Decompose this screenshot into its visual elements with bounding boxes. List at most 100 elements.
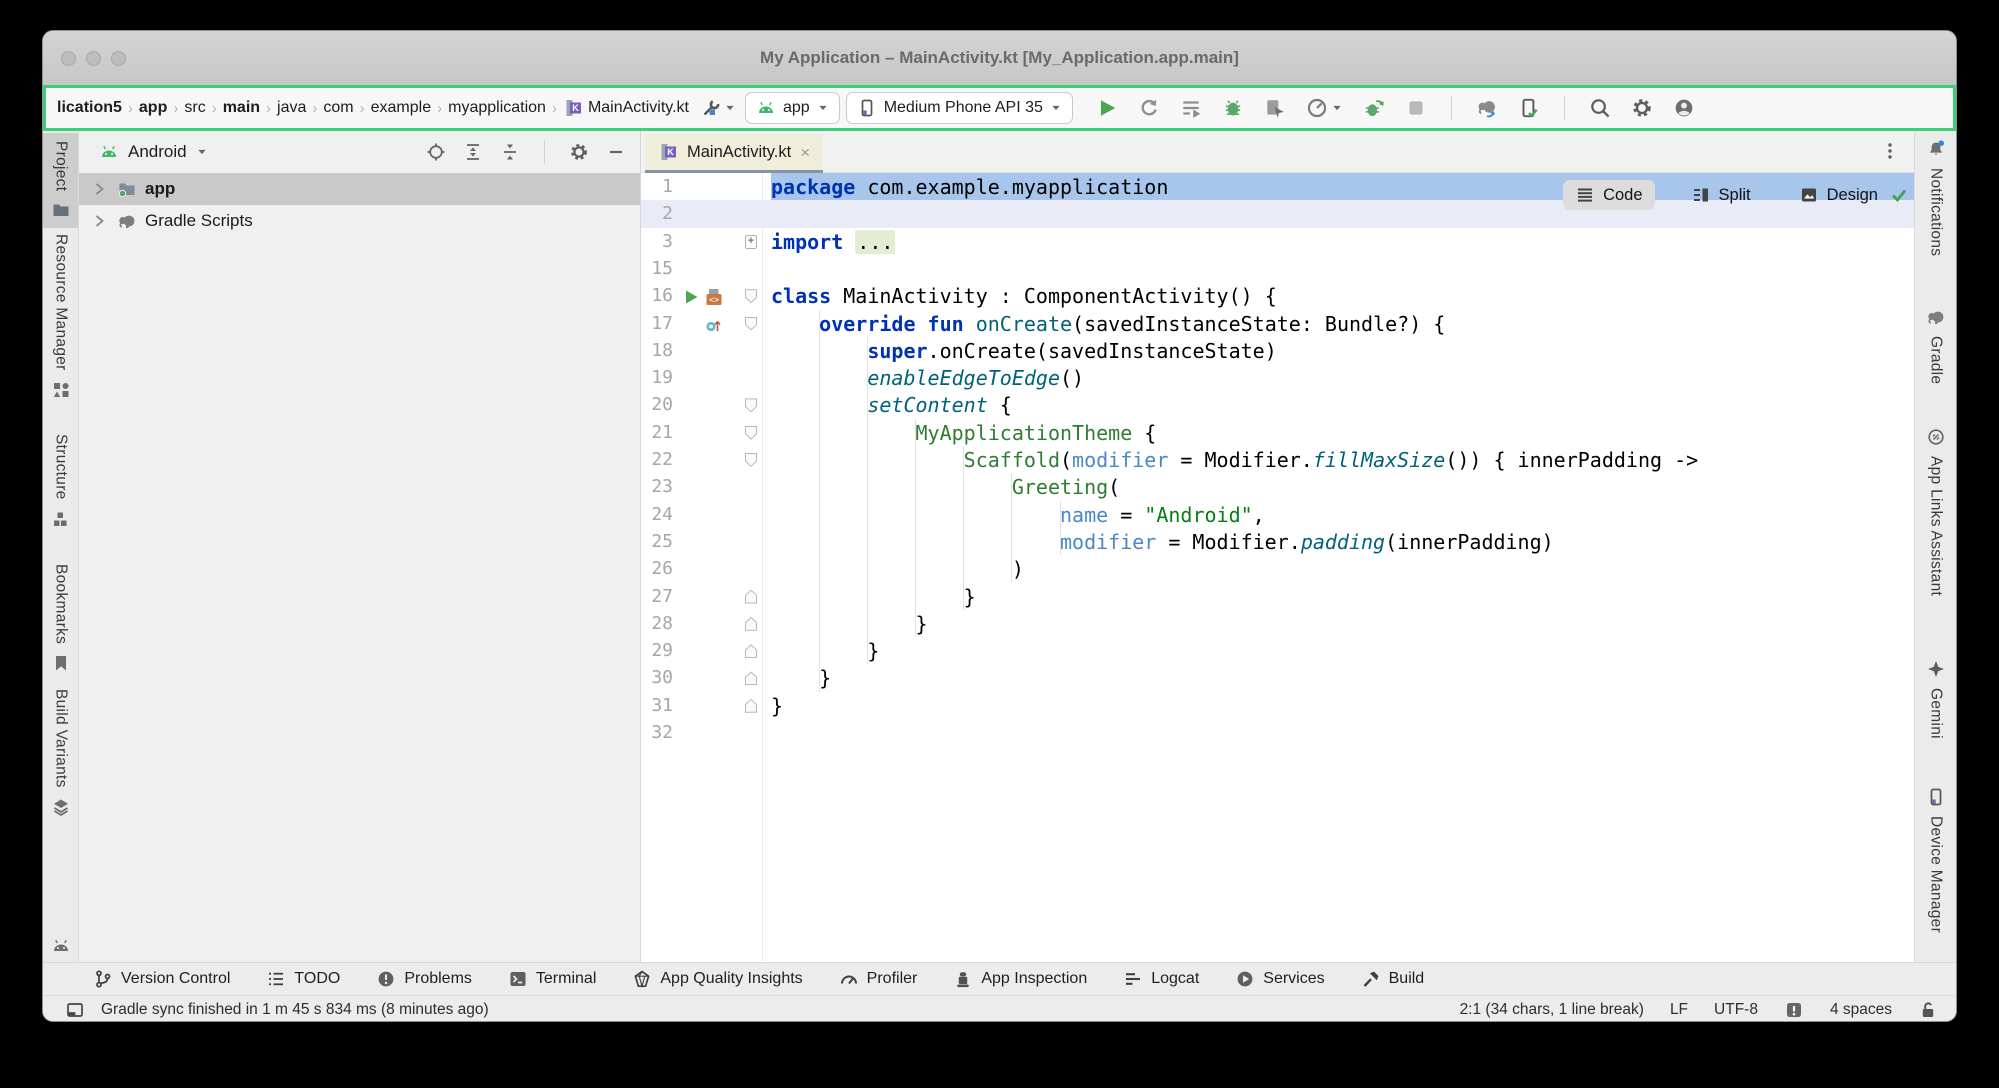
line-number[interactable]: 17 <box>641 310 673 338</box>
code-line-20[interactable]: 20 setContent { <box>641 391 1916 419</box>
fold-marker[interactable]: + <box>745 235 757 249</box>
run-tasks-button[interactable] <box>1177 94 1205 122</box>
run-configuration-select[interactable]: app <box>745 92 840 124</box>
tool-window-tab-resource-manager[interactable]: Resource Manager <box>43 226 78 408</box>
code-line-18[interactable]: 18 super.onCreate(savedInstanceState) <box>641 337 1916 365</box>
breadcrumb-item-src[interactable]: src <box>181 97 208 119</box>
tool-window-tab-device-manager[interactable]: Device Manager <box>1915 779 1956 941</box>
line-number[interactable]: 15 <box>641 255 673 283</box>
line-number[interactable]: 22 <box>641 446 673 474</box>
hide-panel-icon[interactable] <box>606 142 626 162</box>
fold-marker[interactable] <box>745 671 757 685</box>
build-run-config-widget[interactable] <box>698 95 739 121</box>
code-line-29[interactable]: 29 } <box>641 637 1916 665</box>
fold-marker[interactable] <box>745 590 757 604</box>
tool-window-button-app-quality-insights[interactable]: App Quality Insights <box>632 969 802 989</box>
tool-window-tab-notifications[interactable]: Notifications <box>1915 131 1956 264</box>
status-lock-icon[interactable] <box>1918 1000 1938 1020</box>
status-line-separator[interactable]: LF <box>1670 1001 1688 1019</box>
tool-window-button-services[interactable]: Services <box>1235 969 1324 989</box>
settings-button[interactable] <box>1628 94 1656 122</box>
tool-window-button-terminal[interactable]: Terminal <box>508 969 596 989</box>
attach-debugger-button[interactable] <box>1261 94 1289 122</box>
code-line-25[interactable]: 25 modifier = Modifier.padding(innerPadd… <box>641 528 1916 556</box>
line-number[interactable]: 27 <box>641 583 673 611</box>
view-mode-code[interactable]: Code <box>1563 180 1654 210</box>
line-number[interactable]: 18 <box>641 337 673 365</box>
line-number[interactable]: 25 <box>641 528 673 556</box>
tool-window-tab-structure[interactable]: Structure <box>43 426 78 537</box>
fold-marker[interactable] <box>745 317 757 331</box>
code-line-32[interactable]: 32 <box>641 719 1916 747</box>
breadcrumb-item-main[interactable]: main <box>220 97 263 119</box>
breadcrumb-item-java[interactable]: java <box>274 97 309 119</box>
line-number[interactable]: 20 <box>641 391 673 419</box>
code-line-22[interactable]: 22 Scaffold(modifier = Modifier.fillMaxS… <box>641 446 1916 474</box>
device-select[interactable]: Medium Phone API 35 <box>846 92 1073 124</box>
tool-window-layout-icon[interactable] <box>65 1000 85 1020</box>
tree-row-gradle-scripts[interactable]: Gradle Scripts <box>79 205 640 237</box>
stop-button[interactable] <box>1402 94 1430 122</box>
code-line-30[interactable]: 30 } <box>641 664 1916 692</box>
code-line-21[interactable]: 21 MyApplicationTheme { <box>641 419 1916 447</box>
gear-icon[interactable] <box>569 142 589 162</box>
line-number[interactable]: 2 <box>641 200 673 228</box>
tool-window-tab-gemini[interactable]: Gemini <box>1915 651 1956 747</box>
status-indent[interactable]: 4 spaces <box>1830 1001 1892 1019</box>
code-editor[interactable]: CodeSplitDesign 1package com.example.mya… <box>641 173 1916 962</box>
tool-window-button-version-control[interactable]: Version Control <box>93 969 230 989</box>
tool-window-button-logcat[interactable]: Logcat <box>1123 969 1199 989</box>
line-number[interactable]: 32 <box>641 719 673 747</box>
tool-window-tab-gradle[interactable]: Gradle <box>1915 299 1956 392</box>
collapse-all-icon[interactable] <box>500 142 520 162</box>
tool-window-button-profiler[interactable]: Profiler <box>839 969 918 989</box>
locate-file-icon[interactable] <box>426 142 446 162</box>
tool-window-button-build[interactable]: Build <box>1361 969 1425 989</box>
code-line-3[interactable]: 3+import ... <box>641 228 1916 256</box>
line-number[interactable]: 28 <box>641 610 673 638</box>
code-line-31[interactable]: 31} <box>641 692 1916 720</box>
expand-all-icon[interactable] <box>463 142 483 162</box>
apply-changes-button[interactable] <box>1360 94 1388 122</box>
code-line-23[interactable]: 23 Greeting( <box>641 473 1916 501</box>
tool-window-button-app-inspection[interactable]: App Inspection <box>953 969 1087 989</box>
close-tab-icon[interactable]: × <box>800 144 810 161</box>
line-number[interactable]: 1 <box>641 173 673 201</box>
line-number[interactable]: 31 <box>641 692 673 720</box>
line-number[interactable]: 16 <box>641 282 673 310</box>
fold-marker[interactable] <box>745 426 757 440</box>
line-number[interactable]: 23 <box>641 473 673 501</box>
tree-row-app[interactable]: app <box>79 173 640 205</box>
line-number[interactable]: 19 <box>641 364 673 392</box>
device-manager-button[interactable] <box>1515 94 1543 122</box>
run-icon[interactable] <box>681 287 701 307</box>
tool-window-tab-build-variants[interactable]: Build Variants <box>43 681 78 825</box>
fold-marker[interactable] <box>745 289 757 303</box>
line-number[interactable]: 30 <box>641 664 673 692</box>
chevron-down-icon[interactable] <box>196 146 208 158</box>
project-view-selector[interactable]: Android <box>128 142 187 162</box>
code-line-19[interactable]: 19 enableEdgeToEdge() <box>641 364 1916 392</box>
breadcrumb-item-mainactivity-kt[interactable]: KMainActivity.kt <box>560 96 692 120</box>
code-line-15[interactable]: 15 <box>641 255 1916 283</box>
fold-marker[interactable] <box>745 398 757 412</box>
android-icon[interactable] <box>51 936 71 956</box>
breadcrumb-item-example[interactable]: example <box>368 97 434 119</box>
tool-window-tab-project[interactable]: Project <box>43 133 78 228</box>
line-number[interactable]: 21 <box>641 419 673 447</box>
fold-marker[interactable] <box>745 699 757 713</box>
search-everywhere-button[interactable] <box>1586 94 1614 122</box>
code-line-17[interactable]: 17 override fun onCreate(savedInstanceSt… <box>641 310 1916 338</box>
fold-marker[interactable] <box>745 644 757 658</box>
breadcrumb-item-lication5[interactable]: lication5 <box>54 97 125 119</box>
sync-gradle-button[interactable] <box>1473 94 1501 122</box>
code-line-26[interactable]: 26 ) <box>641 555 1916 583</box>
status-alert-box-icon[interactable] <box>1784 1000 1804 1020</box>
rerun-button[interactable] <box>1135 94 1163 122</box>
tool-window-button-todo[interactable]: TODO <box>266 969 340 989</box>
run-button[interactable] <box>1093 94 1121 122</box>
tab-options-icon[interactable] <box>1880 141 1900 161</box>
line-number[interactable]: 24 <box>641 501 673 529</box>
inspections-ok-icon[interactable] <box>1889 185 1909 205</box>
tool-window-tab-app-links-assistant[interactable]: App Links Assistant <box>1915 419 1956 604</box>
